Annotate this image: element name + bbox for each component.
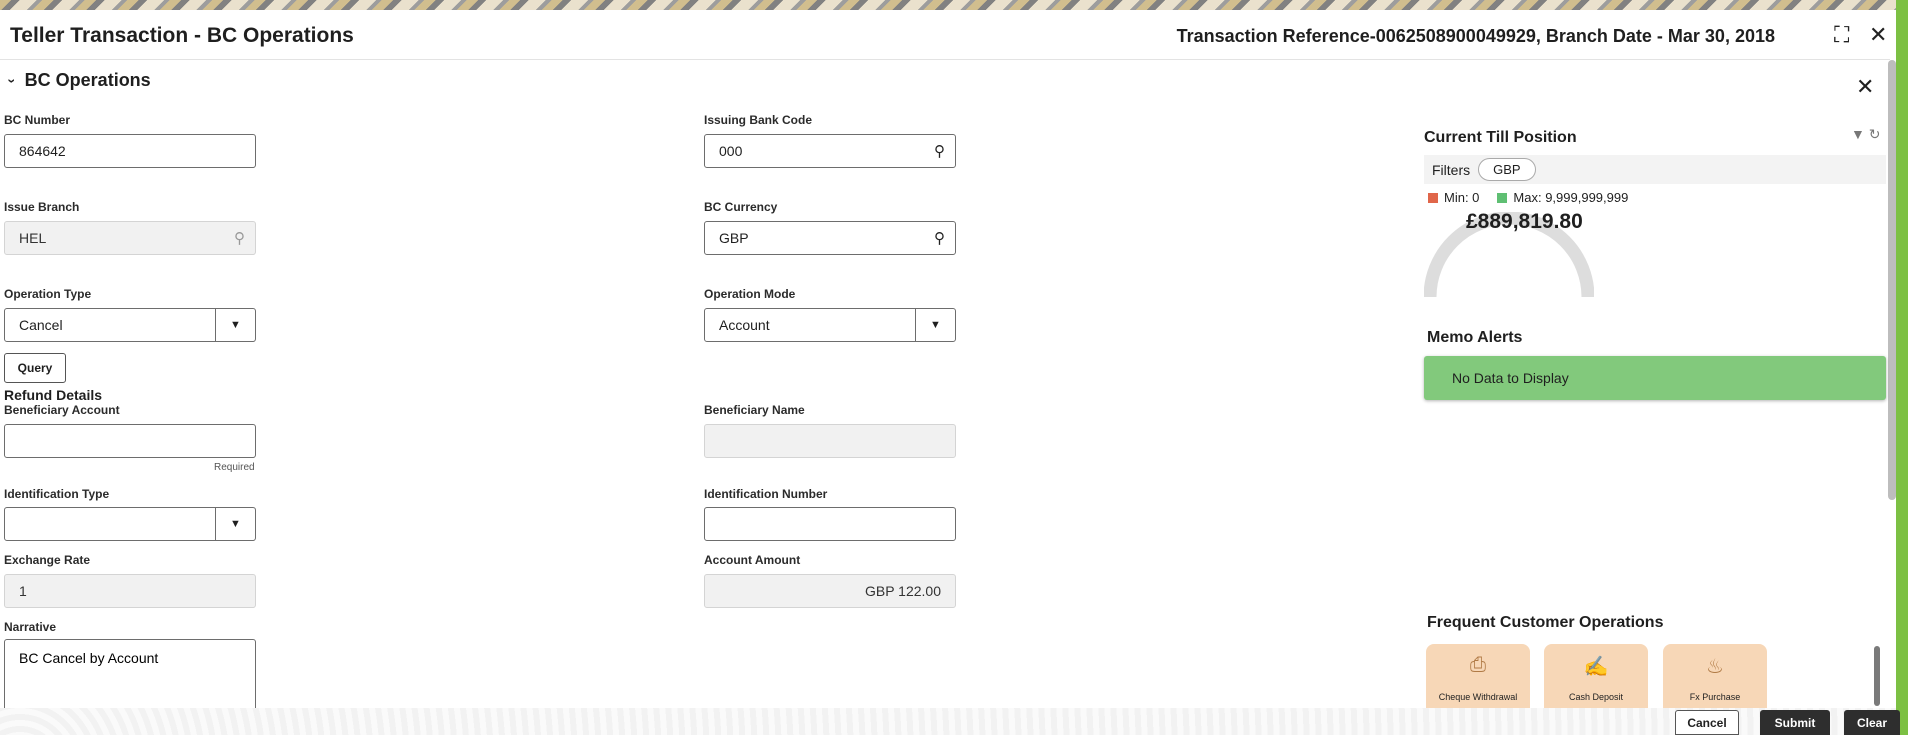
dropdown-arrow-icon[interactable]: ▼: [915, 309, 955, 341]
memo-alert-box: No Data to Display: [1424, 356, 1886, 400]
bc-number-field[interactable]: 864642: [4, 134, 256, 168]
search-icon[interactable]: ⚲: [934, 142, 945, 160]
search-icon[interactable]: ⚲: [934, 229, 945, 247]
section-title: BC Operations: [24, 70, 151, 90]
minimize-icon[interactable]: ⛶: [1834, 22, 1849, 48]
filter-icon[interactable]: ▼: [1851, 126, 1865, 142]
issuing-bank-code-label: Issuing Bank Code: [704, 113, 813, 127]
till-position-title: Current Till Position: [1424, 129, 1577, 146]
min-legend-swatch: [1428, 192, 1438, 203]
till-amount: £889,819.80: [1466, 210, 1583, 233]
beneficiary-name-label: Beneficiary Name: [704, 403, 805, 417]
narrative-label: Narrative: [4, 620, 57, 634]
required-hint: Required: [214, 462, 255, 473]
vertical-scrollbar[interactable]: [1888, 60, 1896, 500]
beneficiary-account-label: Beneficiary Account: [4, 403, 120, 417]
close-window-icon[interactable]: ✕: [1869, 22, 1887, 48]
max-legend-label: Max: 9,999,999,999: [1513, 190, 1629, 205]
account-amount-label: Account Amount: [704, 553, 801, 567]
till-legend: Min: 0 Max: 9,999,999,999: [1428, 190, 1628, 205]
dropdown-arrow-icon[interactable]: ▼: [215, 508, 255, 540]
cash-deposit-icon: ✍: [1583, 656, 1609, 678]
search-icon: ⚲: [234, 230, 245, 247]
refresh-icon[interactable]: ↻: [1869, 126, 1881, 142]
page-title: Teller Transaction - BC Operations: [10, 24, 354, 47]
operation-mode-select[interactable]: Account ▼: [704, 308, 956, 342]
footer-bar: [0, 708, 1896, 735]
fx-purchase-icon: ♨: [1706, 656, 1724, 678]
issue-branch-field: HEL ⚲: [4, 221, 256, 255]
bc-currency-value: GBP: [719, 230, 749, 246]
bc-currency-field[interactable]: GBP ⚲: [704, 221, 956, 255]
beneficiary-account-field[interactable]: [4, 424, 256, 458]
dropdown-arrow-icon[interactable]: ▼: [215, 309, 255, 341]
exchange-rate-field: 1: [4, 574, 256, 608]
op-tile-fx-purchase[interactable]: ♨ Fx Purchase: [1663, 644, 1767, 714]
op-tile-label: Cash Deposit: [1568, 692, 1624, 702]
max-legend-swatch: [1497, 192, 1508, 203]
account-amount-value: GBP 122.00: [864, 583, 941, 599]
min-legend-label: Min: 0: [1444, 190, 1480, 205]
bc-number-label: BC Number: [4, 113, 71, 127]
memo-alerts-title: Memo Alerts: [1427, 329, 1523, 346]
section-header[interactable]: › BC Operations: [4, 70, 151, 91]
op-tile-cash-deposit[interactable]: ✍ Cash Deposit: [1544, 644, 1648, 714]
bc-number-value: 864642: [19, 143, 66, 159]
issuing-bank-code-value: 000: [719, 143, 743, 159]
operation-mode-value: Account: [719, 317, 770, 333]
frequent-ops-title: Frequent Customer Operations: [1427, 614, 1664, 631]
cheque-icon: ⎙: [1470, 654, 1486, 676]
issue-branch-value: HEL: [19, 230, 47, 246]
identification-number-label: Identification Number: [704, 487, 828, 501]
identification-type-select[interactable]: ▼: [4, 507, 256, 541]
op-tile-label: Fx Purchase: [1689, 692, 1741, 702]
operation-type-select[interactable]: Cancel ▼: [4, 308, 256, 342]
refund-details-heading: Refund Details: [4, 387, 103, 403]
currency-filter-chip[interactable]: GBP: [1478, 158, 1536, 181]
op-tile-cheque-withdrawal[interactable]: ⎙ Cheque Withdrawal: [1426, 644, 1530, 714]
submit-button[interactable]: Submit: [1760, 710, 1830, 735]
decorative-banner: [0, 0, 1908, 10]
identification-number-field[interactable]: [704, 507, 956, 541]
till-filter-bar: Filters GBP: [1424, 155, 1886, 184]
exchange-rate-label: Exchange Rate: [4, 553, 91, 567]
narrative-textarea[interactable]: BC Cancel by Account: [4, 639, 256, 711]
operation-mode-label: Operation Mode: [704, 287, 796, 301]
bc-currency-label: BC Currency: [704, 200, 778, 214]
till-tools: ▼ ↻: [1851, 126, 1880, 143]
query-button[interactable]: Query: [4, 353, 66, 383]
page-header: Teller Transaction - BC Operations Trans…: [0, 12, 1890, 60]
window-edge-bar: [1896, 0, 1908, 735]
identification-type-label: Identification Type: [4, 487, 110, 501]
beneficiary-name-field: [704, 424, 956, 458]
op-tile-label: Cheque Withdrawal: [1438, 692, 1518, 702]
operation-type-label: Operation Type: [4, 287, 92, 301]
ops-scrollbar[interactable]: [1874, 646, 1880, 706]
issuing-bank-code-field[interactable]: 000 ⚲: [704, 134, 956, 168]
transaction-reference: Transaction Reference-0062508900049929, …: [1176, 26, 1775, 46]
issue-branch-label: Issue Branch: [4, 200, 80, 214]
operation-type-value: Cancel: [19, 317, 63, 333]
memo-alert-message: No Data to Display: [1452, 370, 1569, 386]
chevron-down-icon[interactable]: ›: [4, 78, 20, 83]
close-section-icon[interactable]: ✕: [1856, 74, 1874, 100]
exchange-rate-value: 1: [19, 583, 27, 599]
filters-label: Filters: [1432, 161, 1471, 178]
cancel-button[interactable]: Cancel: [1675, 710, 1739, 735]
clear-button[interactable]: Clear: [1844, 710, 1900, 735]
account-amount-field: GBP 122.00: [704, 574, 956, 608]
